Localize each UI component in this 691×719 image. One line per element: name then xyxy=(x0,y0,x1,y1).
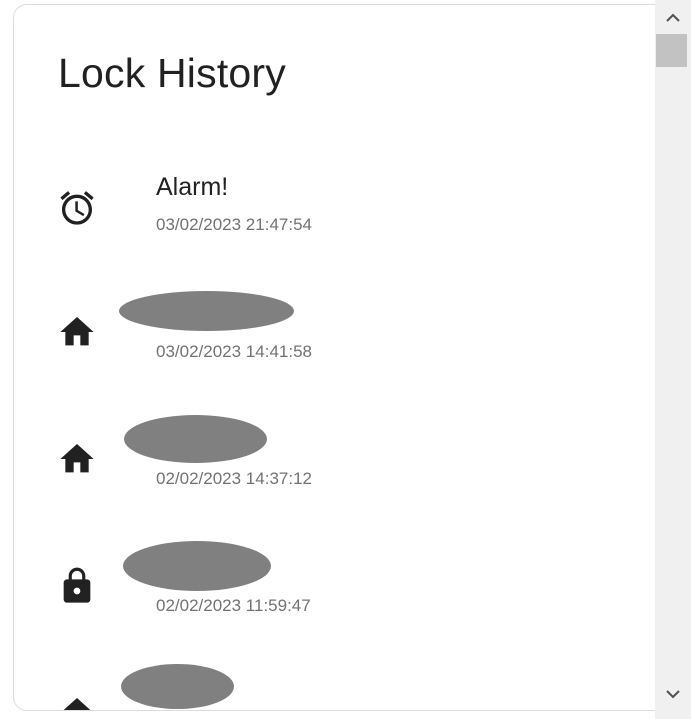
event-time: 03/02/2023 21:47:54 xyxy=(156,215,312,234)
home-icon xyxy=(57,312,97,352)
scroll-up-arrow-icon[interactable] xyxy=(655,2,691,34)
event-label: Alarm! xyxy=(156,173,229,201)
home-icon xyxy=(57,439,97,479)
scroll-down-arrow-icon[interactable] xyxy=(655,678,691,710)
event-time: 03/02/2023 14:41:58 xyxy=(156,342,312,361)
redacted-label xyxy=(121,664,234,709)
alarm-clock-icon xyxy=(57,188,97,228)
lock-history-card: Lock History Alarm! 03/02/2023 21:47:54 … xyxy=(13,4,691,711)
home-icon xyxy=(57,693,97,710)
redacted-label xyxy=(119,291,294,331)
redacted-label xyxy=(124,415,267,463)
vertical-scrollbar[interactable] xyxy=(655,0,691,719)
scroll-thumb[interactable] xyxy=(656,34,687,67)
lock-icon xyxy=(57,566,97,606)
event-time: 02/02/2023 14:37:12 xyxy=(156,469,312,488)
event-time: 02/02/2023 11:59:47 xyxy=(156,596,311,615)
card-title: Lock History xyxy=(58,50,286,96)
redacted-label xyxy=(123,541,271,591)
